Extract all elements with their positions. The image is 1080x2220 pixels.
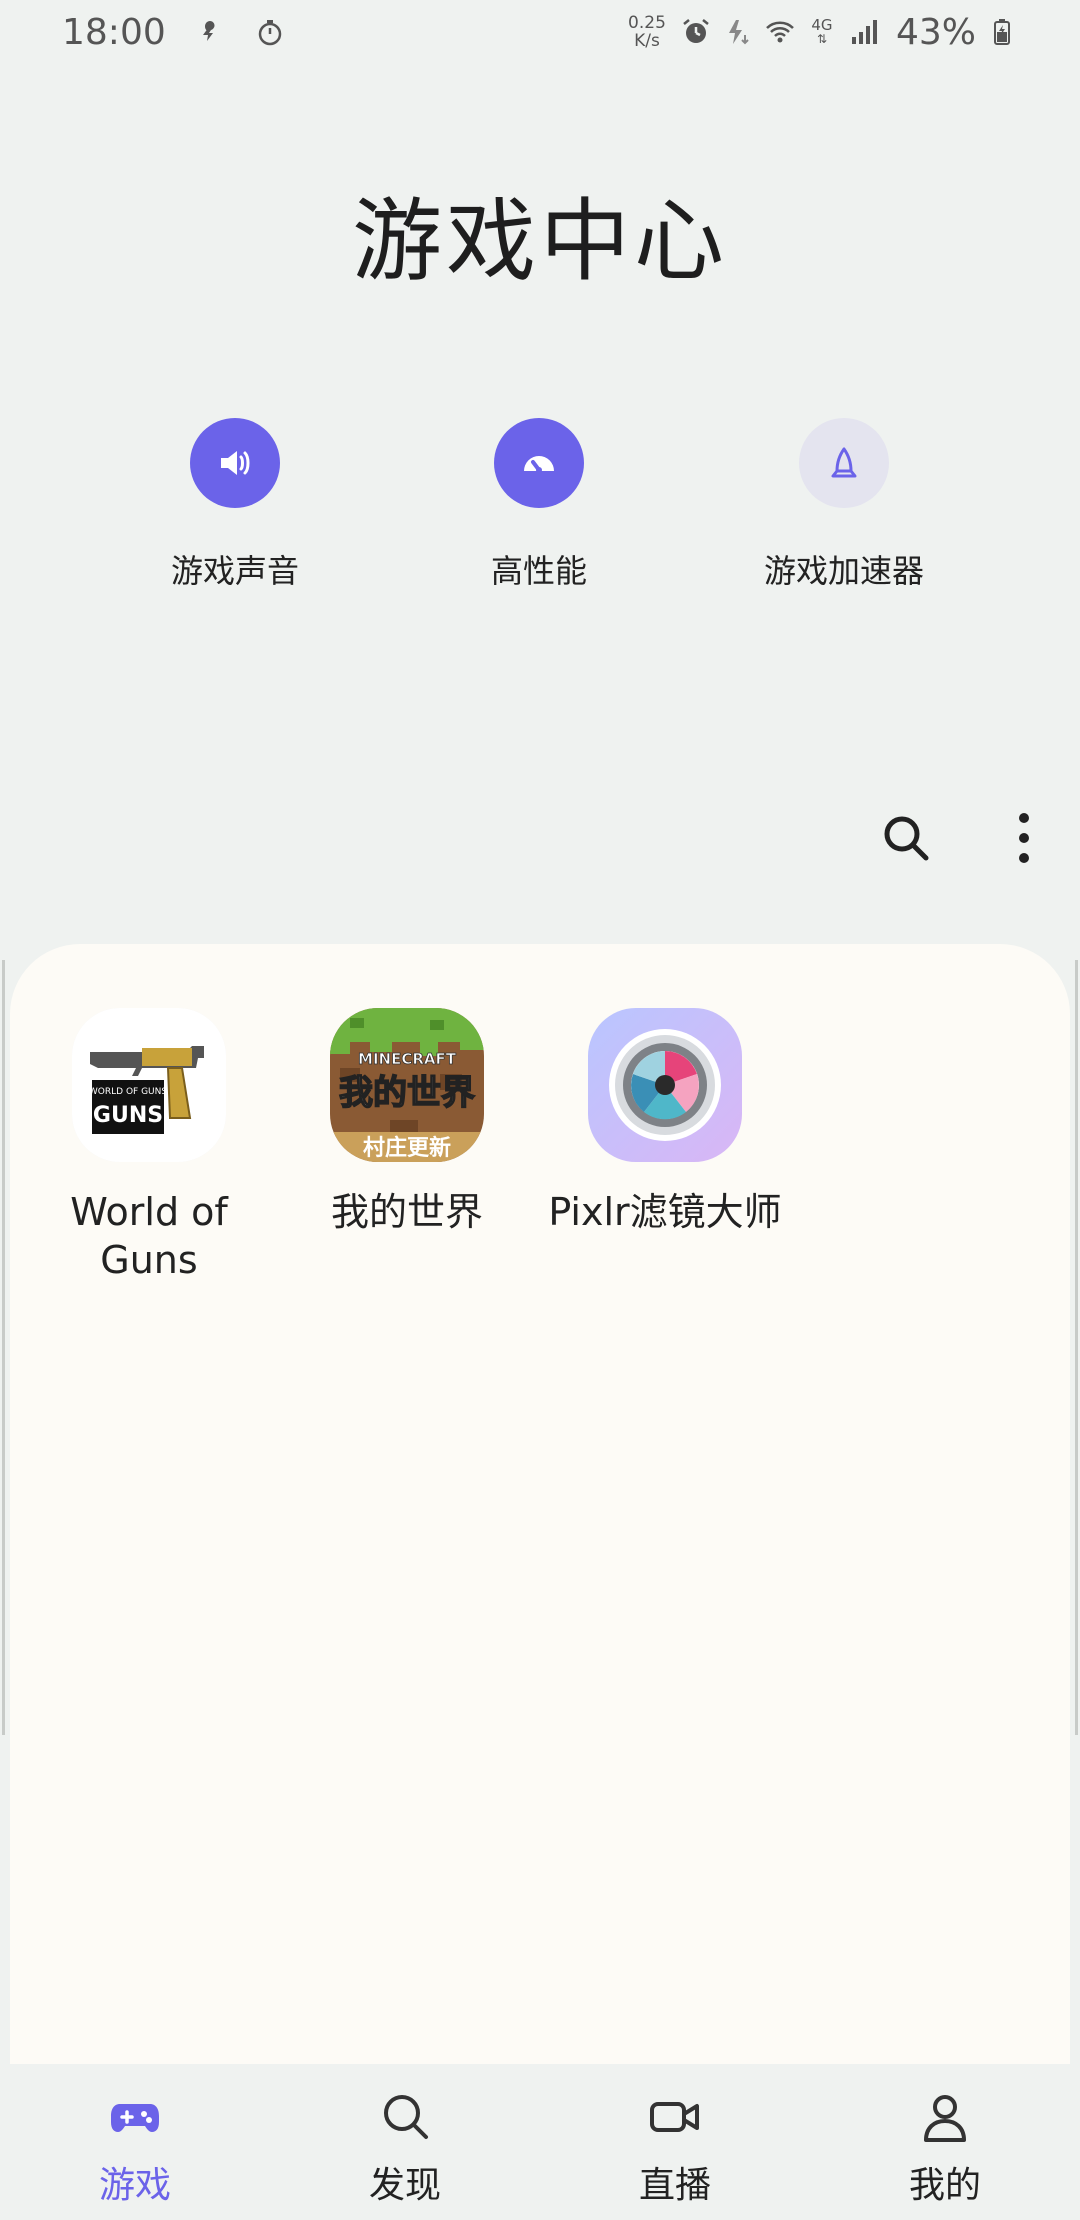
nav-tab-me[interactable]: 我的 — [810, 2064, 1080, 2220]
network-speed: 0.25 K/s — [628, 13, 666, 51]
high-performance-toggle[interactable]: 高性能 — [429, 418, 649, 592]
pixlr-app-icon — [588, 1008, 742, 1162]
high-performance-label: 高性能 — [490, 552, 587, 590]
minecraft-app-icon: MINECRAFT 我的世界 村庄更新 — [330, 1008, 484, 1162]
scroll-edge-left — [2, 960, 5, 1735]
world-of-guns-app-icon: WORLD OF GUNS GUNS — [72, 1008, 226, 1162]
game-booster-label: 游戏加速器 — [763, 552, 924, 590]
network-type: 4G ⇅ — [811, 16, 833, 47]
search-icon — [378, 2090, 432, 2144]
nav-tab-games[interactable]: 游戏 — [0, 2064, 270, 2220]
nav-label: 我的 — [908, 2165, 981, 2206]
alarm-icon — [680, 16, 712, 48]
speedometer-icon — [494, 418, 584, 508]
nav-label: 直播 — [638, 2165, 711, 2206]
game-booster-toggle[interactable]: 游戏加速器 — [734, 418, 954, 592]
game-name: World of Guns — [70, 1190, 228, 1282]
battery-charging-icon — [986, 16, 1018, 48]
quick-actions: 游戏声音 高性能 游戏加速器 — [0, 418, 1080, 590]
game-name: Pixlr滤镜大师 — [548, 1190, 782, 1234]
game-library-panel: WORLD OF GUNS GUNS World of Guns MINECRA… — [10, 944, 1070, 2064]
search-icon — [884, 816, 929, 861]
wifi-icon — [764, 16, 796, 48]
game-tile-pixlr[interactable]: Pixlr滤镜大师 — [540, 1008, 790, 1236]
more-options-button[interactable] — [994, 808, 1054, 868]
game-sound-toggle[interactable]: 游戏声音 — [125, 418, 345, 592]
page-title: 游戏中心 — [352, 189, 728, 294]
nav-tab-live[interactable]: 直播 — [540, 2064, 810, 2220]
battery-percentage: 43% — [895, 11, 976, 53]
bottom-navigation: 游戏 发现 直播 我的 — [0, 2064, 1080, 2220]
library-toolbar — [830, 808, 1080, 868]
signal-strength-icon — [848, 16, 880, 48]
nav-label: 发现 — [368, 2165, 441, 2206]
notification-app-icon — [194, 16, 226, 48]
nav-label: 游戏 — [98, 2165, 171, 2206]
game-tile-minecraft[interactable]: MINECRAFT 我的世界 村庄更新 我的世界 — [282, 1008, 532, 1236]
svg-text:GUNS: GUNS — [93, 1103, 163, 1128]
charging-data-icon — [722, 16, 754, 48]
more-vertical-icon — [1019, 813, 1029, 863]
search-button[interactable] — [876, 808, 936, 868]
gamepad-icon — [108, 2090, 162, 2144]
rocket-icon — [799, 418, 889, 508]
svg-text:村庄更新: 村庄更新 — [363, 1135, 451, 1161]
scroll-edge-right — [1075, 960, 1078, 1735]
status-bar: 18:00 0.25 K/s 4G ⇅ 43% — [0, 0, 1080, 64]
nav-tab-discover[interactable]: 发现 — [270, 2064, 540, 2220]
video-camera-icon — [648, 2090, 702, 2144]
speaker-icon — [190, 418, 280, 508]
svg-text:WORLD OF GUNS: WORLD OF GUNS — [89, 1087, 167, 1097]
game-tile-world-of-guns[interactable]: WORLD OF GUNS GUNS World of Guns — [24, 1008, 274, 1284]
status-time: 18:00 — [62, 11, 166, 53]
person-icon — [918, 2090, 972, 2144]
svg-text:MINECRAFT: MINECRAFT — [358, 1050, 457, 1068]
svg-text:我的世界: 我的世界 — [339, 1073, 475, 1113]
game-name: 我的世界 — [330, 1190, 483, 1234]
stopwatch-icon — [254, 16, 286, 48]
game-sound-label: 游戏声音 — [170, 552, 299, 590]
